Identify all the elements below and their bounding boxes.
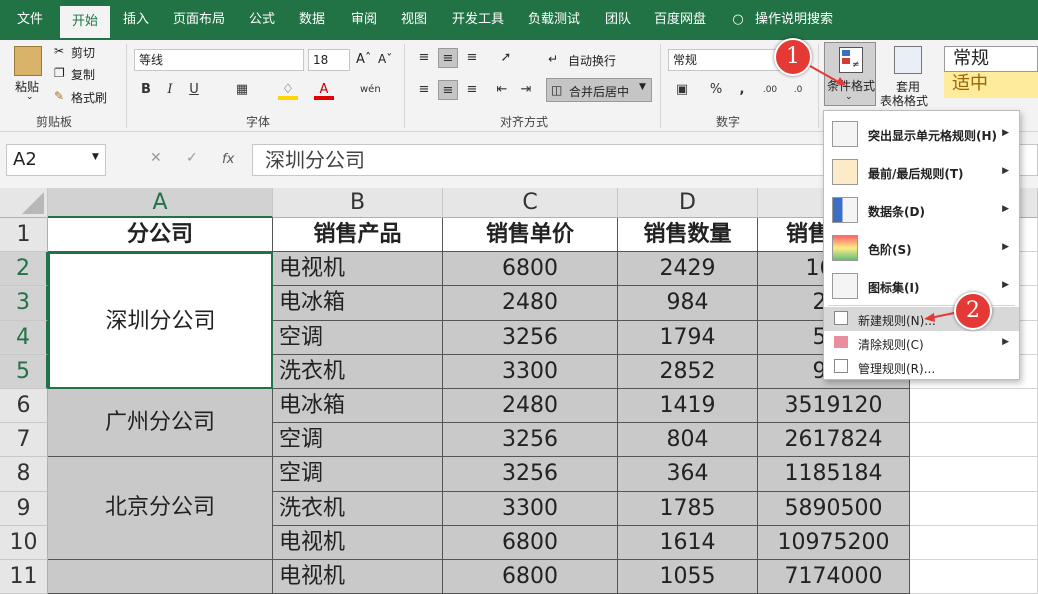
step-2-badge: 2: [954, 292, 992, 330]
annotation-arrows: [809, 65, 955, 322]
step-1-badge: 1: [774, 38, 812, 76]
